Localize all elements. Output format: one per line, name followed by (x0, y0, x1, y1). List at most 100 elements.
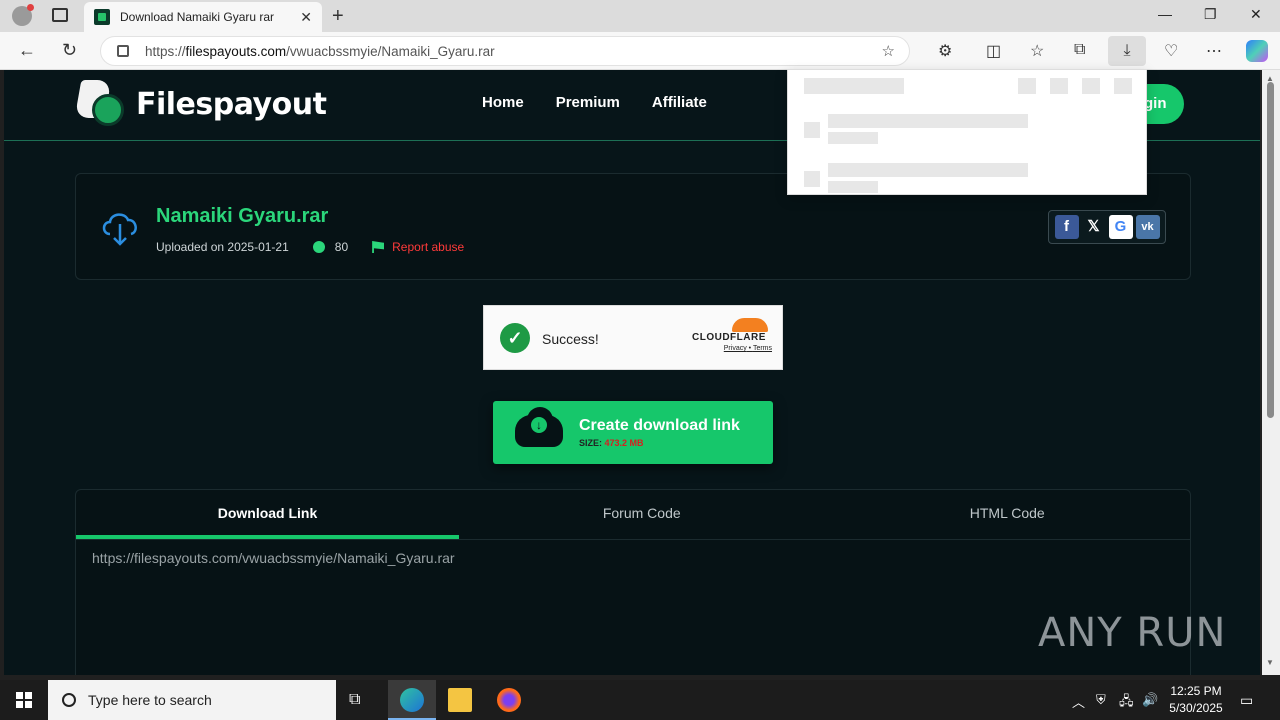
size-value: 473.2 MB (604, 438, 644, 448)
search-placeholder: Type here to search (88, 692, 212, 708)
logo-text: Filespayout (136, 86, 327, 122)
file-meta: Uploaded on 2025-01-21 80 Report abuse (156, 240, 464, 254)
url-host: filespayouts.com (185, 43, 287, 59)
split-screen-icon[interactable]: ◫ (986, 41, 1001, 61)
nav-premium[interactable]: Premium (556, 94, 620, 111)
download-button-title: Create download link (579, 417, 740, 434)
network-icon[interactable]: 🖧 (1119, 692, 1134, 714)
cloud-download-icon (102, 213, 137, 246)
code-tabs: Download Link Forum Code HTML Code (76, 490, 1190, 540)
cloudflare-brand: CLOUDFLARE (692, 332, 766, 343)
terms-link[interactable]: Terms (753, 345, 772, 352)
file-size: SIZE: 473.2 MB (579, 438, 644, 448)
tab-title: Download Namaiki Gyaru rar (120, 10, 275, 24)
tray-app-icon[interactable]: ⛨ (1096, 692, 1106, 708)
clock-time: 12:25 PM (1170, 684, 1222, 698)
new-tab-icon[interactable]: + (332, 5, 344, 28)
notifications-icon[interactable]: ▭ (1240, 692, 1253, 709)
skeleton-line (828, 181, 878, 193)
downloads-flyout (787, 69, 1147, 195)
search-icon (62, 693, 76, 707)
cloudflare-logo: CLOUDFLARE Privacy • Terms (692, 318, 772, 352)
cloudflare-cloud-icon (732, 318, 768, 332)
privacy-link[interactable]: Privacy (724, 345, 747, 352)
share-buttons: f 𝕏 G vk (1048, 210, 1166, 244)
browser-tab[interactable]: Download Namaiki Gyaru rar ✕ (84, 2, 322, 32)
firefox-icon[interactable] (497, 688, 521, 712)
skeleton-icon (1050, 78, 1068, 94)
cloudflare-captcha[interactable]: ✓ Success! CLOUDFLARE Privacy • Terms (483, 305, 783, 370)
site-logo[interactable]: Filespayout (74, 78, 327, 130)
scroll-thumb[interactable] (1267, 82, 1274, 418)
file-explorer-icon[interactable] (448, 688, 472, 712)
skeleton-line (828, 163, 1028, 177)
edge-taskbar-button[interactable] (388, 680, 436, 720)
lock-icon (117, 45, 129, 57)
refresh-icon[interactable]: ↻ (62, 40, 77, 61)
tray-chevron-icon[interactable]: ︿ (1072, 692, 1085, 711)
tab-download-link[interactable]: Download Link (76, 490, 459, 539)
cloud-download-icon: ↓ (515, 407, 563, 447)
more-icon[interactable]: ⋯ (1206, 41, 1222, 61)
extensions-icon[interactable]: ⚙ (938, 41, 952, 61)
tab-html-code[interactable]: HTML Code (825, 490, 1191, 539)
success-check-icon: ✓ (500, 323, 530, 353)
nav-home[interactable]: Home (482, 94, 524, 111)
vk-icon[interactable]: vk (1135, 215, 1160, 239)
favorite-star-icon[interactable]: ☆ (882, 42, 895, 60)
tab-forum-code[interactable]: Forum Code (459, 490, 825, 539)
restore-icon[interactable]: ❐ (1204, 6, 1217, 23)
download-count: 80 (334, 240, 349, 254)
login-label: gin (1144, 95, 1167, 112)
x-twitter-icon[interactable]: 𝕏 (1082, 215, 1106, 239)
taskbar: Type here to search ⧉ ︿ ⛨ 🖧 🔊 12:25 PM 5… (0, 680, 1280, 720)
upload-date: Uploaded on 2025-01-21 (156, 240, 289, 254)
minimize-icon[interactable]: — (1158, 6, 1172, 22)
url-prefix: https:// (145, 43, 186, 59)
logo-mark-icon (74, 78, 130, 130)
report-abuse-link[interactable]: Report abuse (392, 240, 464, 254)
anyrun-watermark: ANY RUN (1038, 610, 1227, 656)
skeleton-icon (1114, 78, 1132, 94)
close-tab-icon[interactable]: ✕ (300, 9, 312, 26)
clock-date: 5/30/2025 (1169, 701, 1223, 715)
page-scrollbar[interactable]: ▲ ▼ (1262, 70, 1280, 675)
downloads-icon[interactable]: ⤓ (1108, 36, 1146, 66)
scroll-down-icon[interactable]: ▼ (1266, 658, 1274, 667)
skeleton-line (828, 114, 1028, 128)
close-window-icon[interactable]: ✕ (1250, 6, 1262, 23)
tab-actions-icon[interactable] (52, 8, 68, 22)
volume-icon[interactable]: 🔊 (1142, 692, 1158, 708)
skeleton-file-icon (804, 122, 820, 138)
address-bar[interactable]: https://filespayouts.com/vwuacbssmyie/Na… (100, 36, 910, 66)
google-icon[interactable]: G (1108, 215, 1133, 239)
create-download-link-button[interactable]: ↓ Create download link SIZE: 473.2 MB (493, 401, 773, 464)
download-count-icon (312, 241, 325, 253)
task-view-icon[interactable]: ⧉ (349, 688, 373, 712)
favorites-icon[interactable]: ☆ (1030, 41, 1044, 61)
profile-icon[interactable] (12, 4, 34, 26)
favicon-icon (94, 9, 110, 25)
main-nav: Home Premium Affiliate (482, 94, 707, 111)
tab-bar: Download Namaiki Gyaru rar ✕ + — ❐ ✕ (0, 0, 1280, 32)
share-code-panel: Download Link Forum Code HTML Code https… (75, 489, 1191, 675)
file-name: Namaiki Gyaru.rar (156, 205, 329, 227)
collections-icon[interactable]: ⧉ (1074, 41, 1085, 59)
skeleton-icon (1018, 78, 1036, 94)
facebook-icon[interactable]: f (1054, 215, 1079, 239)
taskbar-search[interactable]: Type here to search (48, 680, 336, 720)
clock[interactable]: 12:25 PM 5/30/2025 (1162, 683, 1230, 717)
flag-icon (372, 241, 385, 253)
copilot-icon[interactable] (1246, 40, 1268, 62)
browser-essentials-icon[interactable]: ♡ (1164, 41, 1178, 61)
captcha-status: Success! (542, 331, 599, 347)
login-button[interactable]: gin (1144, 84, 1184, 124)
windows-start-icon[interactable] (16, 692, 32, 708)
nav-affiliate[interactable]: Affiliate (652, 94, 707, 111)
browser-toolbar: ← ↻ https://filespayouts.com/vwuacbssmyi… (0, 32, 1280, 70)
edge-icon (400, 688, 424, 712)
download-link-text[interactable]: https://filespayouts.com/vwuacbssmyie/Na… (92, 550, 455, 566)
skeleton-icon (1082, 78, 1100, 94)
back-icon[interactable]: ← (18, 40, 36, 61)
skeleton-title (804, 78, 904, 94)
